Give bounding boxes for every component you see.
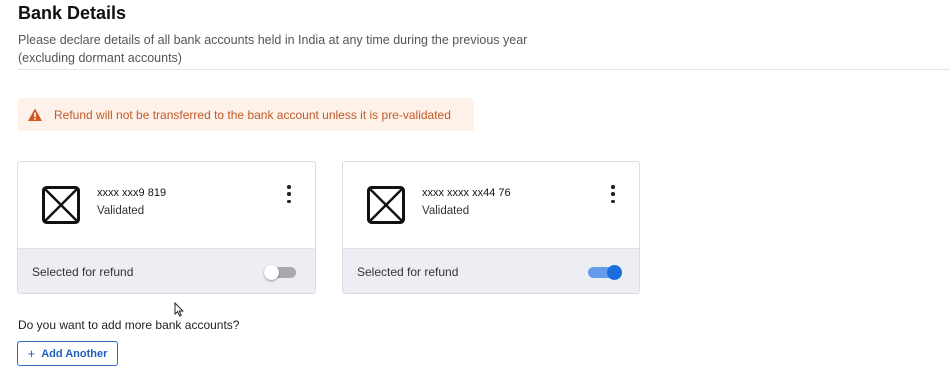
refund-selection-bar: Selected for refund <box>343 248 639 293</box>
alert-text: Refund will not be transferred to the ba… <box>54 107 451 122</box>
more-options-icon[interactable] <box>610 185 616 203</box>
page-title: Bank Details <box>18 3 127 23</box>
bank-account-card: xxxx xxxx xx44 76 Validated Selected for… <box>342 161 640 294</box>
toggle-knob <box>264 265 279 280</box>
warning-triangle-icon <box>27 107 43 123</box>
refund-selection-bar: Selected for refund <box>18 248 315 293</box>
add-another-label: Add Another <box>41 347 108 360</box>
bank-placeholder-icon <box>367 186 405 224</box>
refund-toggle[interactable] <box>588 265 622 280</box>
card-header: xxxx xxx9 819 Validated <box>18 162 315 248</box>
refund-toggle[interactable] <box>264 265 298 280</box>
account-number: xxxx xxxx xx44 76 <box>422 187 511 199</box>
page-subtitle: Please declare details of all bank accou… <box>18 31 538 67</box>
card-header: xxxx xxxx xx44 76 Validated <box>343 162 639 248</box>
bank-placeholder-icon <box>42 186 80 224</box>
validation-status: Validated <box>97 205 145 217</box>
refund-label: Selected for refund <box>32 265 134 279</box>
subtitle-line-2: (excluding dormant accounts) <box>18 51 182 65</box>
mouse-pointer-icon <box>174 301 184 317</box>
add-another-button[interactable]: + Add Another <box>17 341 118 366</box>
refund-warning-alert: Refund will not be transferred to the ba… <box>18 98 474 131</box>
more-options-icon[interactable] <box>286 185 292 203</box>
divider <box>18 69 950 70</box>
subtitle-line-1: Please declare details of all bank accou… <box>18 33 528 47</box>
add-more-question: Do you want to add more bank accounts? <box>18 318 240 332</box>
refund-label: Selected for refund <box>357 265 459 279</box>
plus-icon: + <box>27 346 36 361</box>
account-number: xxxx xxx9 819 <box>97 187 167 199</box>
bank-account-card: xxxx xxx9 819 Validated Selected for ref… <box>17 161 316 294</box>
toggle-knob <box>607 265 622 280</box>
validation-status: Validated <box>422 205 470 217</box>
